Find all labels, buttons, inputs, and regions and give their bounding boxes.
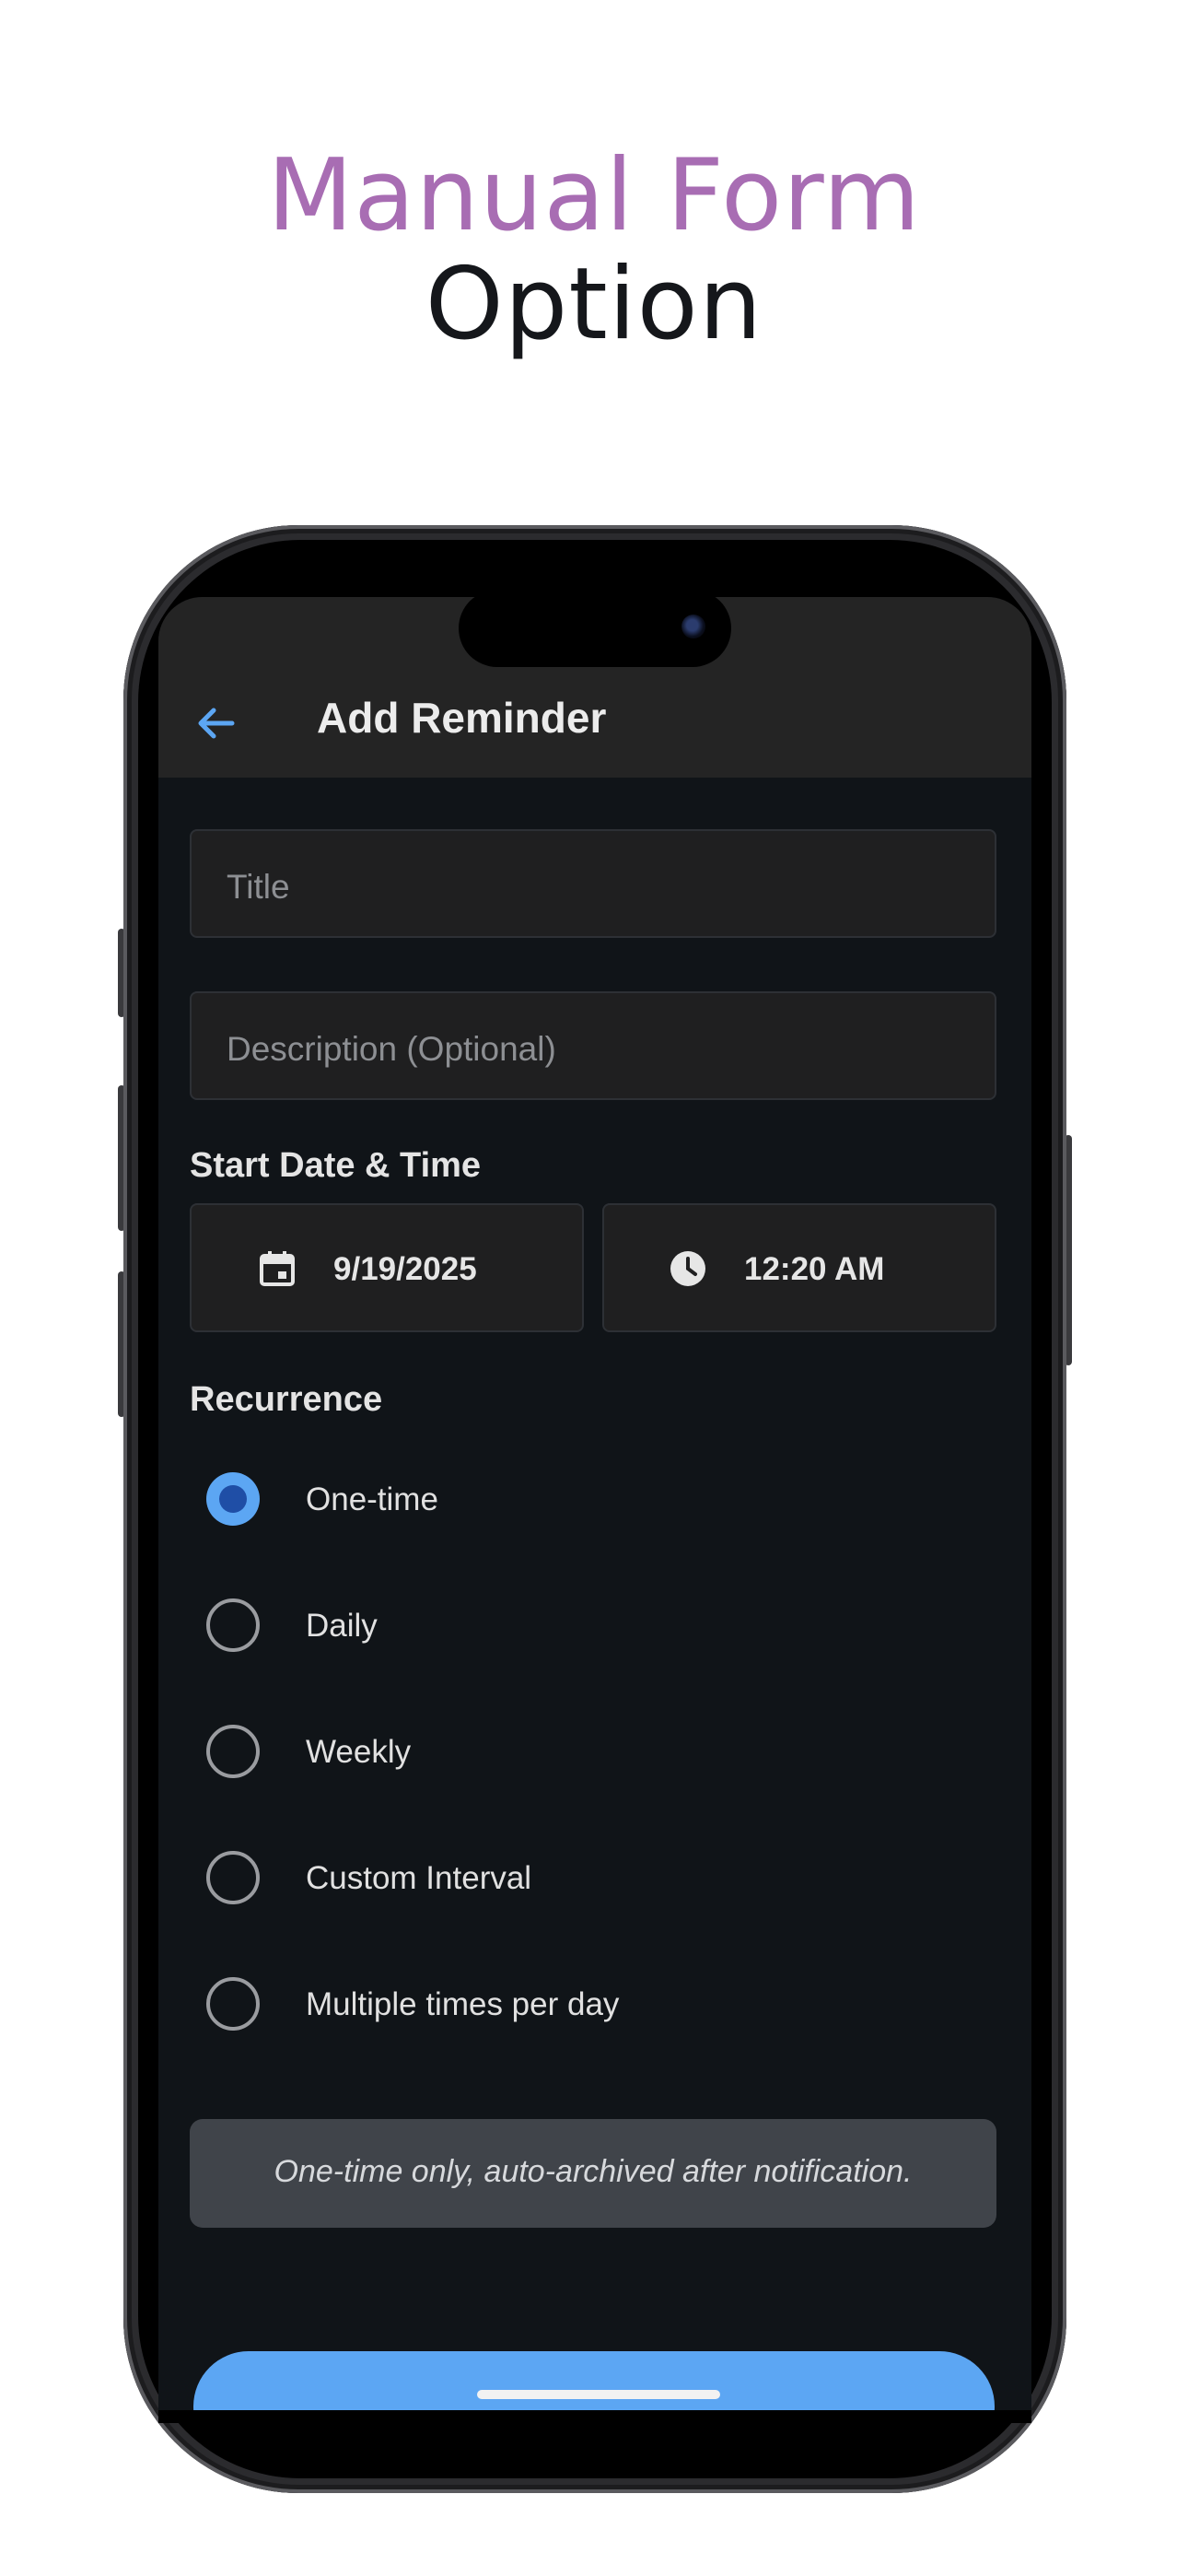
clock-icon — [670, 1251, 705, 1286]
recurrence-option-label: Multiple times per day — [306, 1986, 620, 2022]
radio-unselected-icon[interactable] — [206, 1598, 260, 1652]
recurrence-info-note: One-time only, auto-archived after notif… — [190, 2119, 996, 2228]
date-picker-button[interactable]: 9/19/2025 — [190, 1203, 584, 1332]
recurrence-option-custom-interval[interactable]: Custom Interval — [190, 1832, 996, 1925]
recurrence-option-label: Weekly — [306, 1734, 412, 1770]
recurrence-label: Recurrence — [190, 1380, 383, 1419]
recurrence-info-text: One-time only, auto-archived after notif… — [274, 2154, 913, 2189]
time-picker-button[interactable]: 12:20 AM — [602, 1203, 996, 1332]
front-camera — [681, 615, 705, 638]
recurrence-option-multiple-per-day[interactable]: Multiple times per day — [190, 1959, 996, 2051]
title-input[interactable]: Title — [190, 829, 996, 938]
phone-screen: Add Reminder Title Description (Optional… — [158, 597, 1031, 2410]
calendar-icon — [260, 1251, 295, 1286]
recurrence-option-daily[interactable]: Daily — [190, 1580, 996, 1672]
arrow-left-icon — [198, 708, 235, 739]
recurrence-option-weekly[interactable]: Weekly — [190, 1706, 996, 1798]
recurrence-option-label: Custom Interval — [306, 1860, 532, 1896]
date-value: 9/19/2025 — [333, 1251, 477, 1287]
recurrence-option-label: Daily — [306, 1608, 378, 1644]
radio-unselected-icon[interactable] — [206, 1977, 260, 2031]
home-indicator[interactable] — [477, 2390, 720, 2399]
headline-line-1: Manual Form — [267, 138, 921, 253]
radio-unselected-icon[interactable] — [206, 1725, 260, 1778]
description-input[interactable]: Description (Optional) — [190, 991, 996, 1100]
screen-bottom-edge — [158, 2410, 1031, 2423]
recurrence-option-one-time[interactable]: One-time — [190, 1454, 996, 1546]
radio-unselected-icon[interactable] — [206, 1851, 260, 1904]
back-button[interactable] — [193, 700, 239, 746]
start-date-time-label: Start Date & Time — [190, 1146, 482, 1185]
headline-line-2: Option — [425, 247, 763, 362]
page-title: Add Reminder — [317, 694, 607, 742]
radio-selected-icon[interactable] — [206, 1472, 260, 1526]
time-value: 12:20 AM — [744, 1251, 885, 1287]
description-placeholder: Description (Optional) — [227, 1030, 556, 1068]
title-placeholder: Title — [227, 868, 290, 906]
save-reminder-button[interactable] — [193, 2351, 995, 2410]
recurrence-option-label: One-time — [306, 1481, 438, 1517]
